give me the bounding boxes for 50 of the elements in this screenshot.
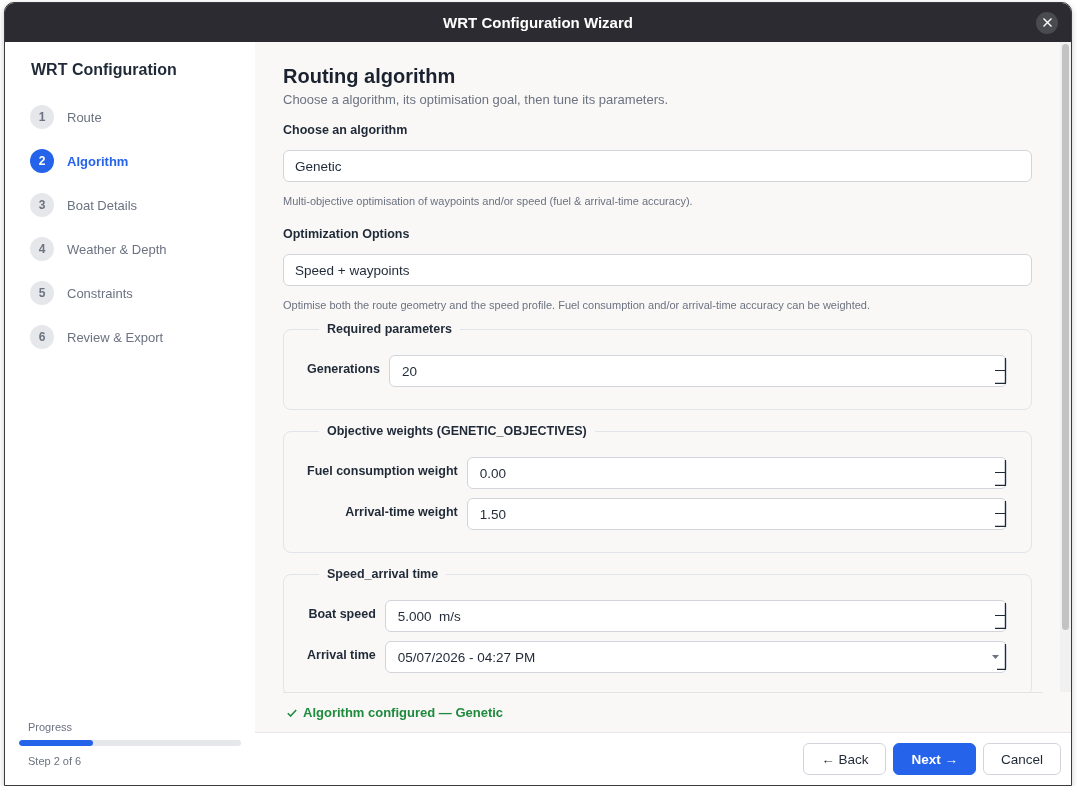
page-title: Routing algorithm xyxy=(283,64,457,88)
step-number-badge[interactable]: 2 xyxy=(30,149,54,173)
step-label[interactable]: Route xyxy=(67,109,102,125)
help-text: Multi-objective optimisation of waypoints and/or speed (fuel & arrival-time accuracy). xyxy=(283,194,694,208)
number-field[interactable]: 0.00 xyxy=(466,457,1007,489)
stepper-icon[interactable] xyxy=(995,358,1006,384)
step-number-badge[interactable]: 4 xyxy=(30,237,54,261)
stepper-icon[interactable] xyxy=(995,603,1006,629)
step-number-badge[interactable]: 5 xyxy=(30,281,54,305)
group-legend: Speed_arrival time xyxy=(319,566,447,582)
secondary-button[interactable]: Cancel xyxy=(982,743,1061,775)
group-legend: Required parameters xyxy=(319,321,461,337)
close-icon xyxy=(1042,18,1052,27)
page-subtitle: Choose a algorithm, its optimisation goal, then tune its parameters. xyxy=(283,91,670,109)
field-label: Boat speed xyxy=(307,606,376,623)
primary-button[interactable]: Next → xyxy=(893,743,976,775)
help-text: Optimise both the route geometry and the speed profile. Fuel consumption and/or arrival-time accuracy can be weighted. xyxy=(283,298,871,312)
select-field[interactable]: Genetic xyxy=(283,150,1032,182)
check-icon xyxy=(287,708,297,717)
field-label: Choose an algorithm xyxy=(283,122,409,138)
secondary-button[interactable]: ← Back xyxy=(803,743,887,775)
field-label: Optimization Options xyxy=(283,226,411,242)
field-label: Arrival time xyxy=(307,647,376,664)
number-field[interactable]: 20 xyxy=(388,355,1007,387)
window-title: WRT Configuration Wizard xyxy=(443,14,633,31)
step-label[interactable]: Review & Export xyxy=(67,329,164,345)
number-field[interactable]: 5.000 m/s xyxy=(384,600,1007,632)
progress-label: Progress xyxy=(27,720,73,734)
close-button[interactable] xyxy=(1036,11,1058,34)
datetime-field[interactable]: 05/07/2026 - 04:27 PM xyxy=(384,641,1007,673)
step-number-badge[interactable]: 3 xyxy=(30,193,54,217)
step-label[interactable]: Constraints xyxy=(67,285,133,301)
dropdown-caret-icon[interactable] xyxy=(991,644,1006,670)
step-label[interactable]: Weather & Depth xyxy=(67,241,167,257)
scrollbar-thumb[interactable] xyxy=(1062,44,1069,630)
step-number-badge[interactable]: 1 xyxy=(30,105,54,129)
field-label: Arrival-time weight xyxy=(344,504,458,521)
select-field[interactable]: Speed + waypoints xyxy=(283,254,1032,286)
group-legend: Objective weights (GENETIC_OBJECTIVES) xyxy=(319,423,595,439)
field-label: Fuel consumption weight xyxy=(307,463,458,480)
progress-caption: Step 2 of 6 xyxy=(27,754,82,768)
sidebar-title: WRT Configuration xyxy=(30,60,177,80)
step-number-badge[interactable]: 6 xyxy=(30,325,54,349)
step-label[interactable]: Boat Details xyxy=(67,197,138,213)
field-label: Generations xyxy=(307,361,380,378)
stepper-icon[interactable] xyxy=(995,460,1006,486)
status-message: Algorithm configured — Genetic xyxy=(303,705,504,720)
number-field[interactable]: 1.50 xyxy=(466,498,1007,530)
step-label[interactable]: Algorithm xyxy=(67,153,129,169)
stepper-icon[interactable] xyxy=(995,501,1006,527)
